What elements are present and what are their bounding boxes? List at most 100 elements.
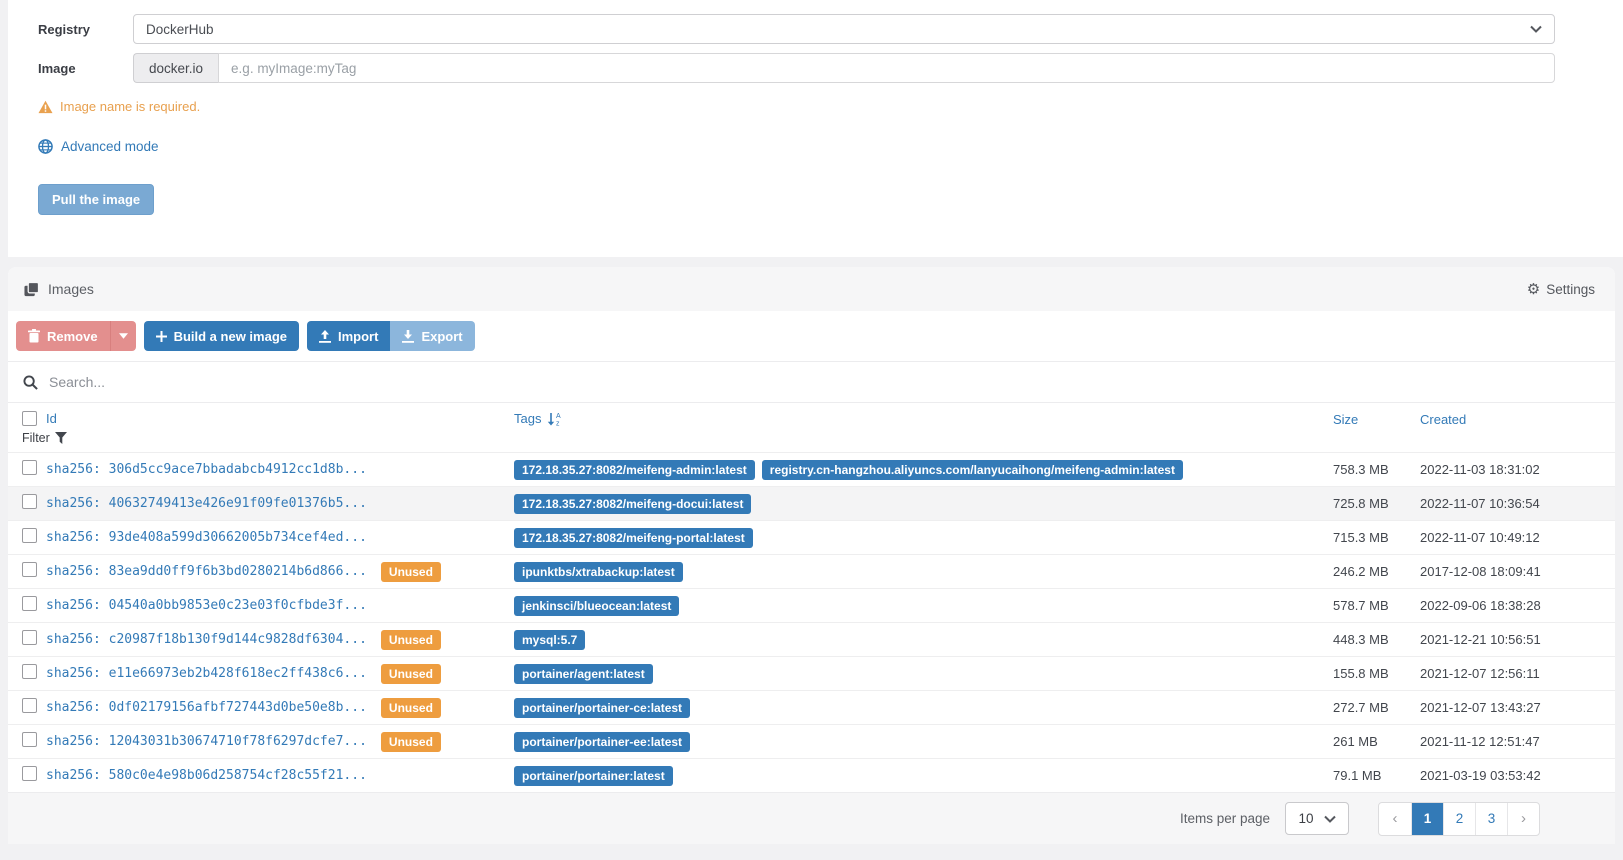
row-checkbox[interactable] bbox=[22, 527, 37, 543]
remove-dropdown-caret[interactable] bbox=[109, 321, 136, 351]
pull-image-button[interactable]: Pull the image bbox=[38, 184, 155, 215]
pagination-page-2[interactable]: 2 bbox=[1443, 802, 1475, 835]
image-id-link[interactable]: sha256: c20987f18b130f9d144c9828df6304..… bbox=[46, 632, 367, 647]
table-row: sha256: 04540a0bb9853e0c23e03f0cfbde3f..… bbox=[8, 588, 1615, 622]
image-created: 2021-12-21 10:56:51 bbox=[1420, 632, 1541, 647]
image-tags-cell: portainer/agent:latest bbox=[514, 663, 1333, 684]
svg-text:A: A bbox=[556, 413, 561, 420]
row-checkbox[interactable] bbox=[22, 493, 37, 509]
image-size: 715.3 MB bbox=[1333, 530, 1389, 545]
images-panel-header: Images ⚙ Settings bbox=[8, 267, 1615, 311]
registry-select[interactable]: DockerHub bbox=[133, 14, 1555, 44]
table-header: Id Filter Tags A z Size Created bbox=[8, 402, 1615, 452]
image-tags-cell: 172.18.35.27:8082/meifeng-admin:latest re… bbox=[514, 459, 1333, 480]
image-size: 725.8 MB bbox=[1333, 496, 1389, 511]
image-tags-cell: 172.18.35.27:8082/meifeng-portal:latest bbox=[514, 527, 1333, 548]
image-name-input[interactable] bbox=[218, 53, 1555, 83]
table-row: sha256: 83ea9dd0ff9f6b3bd0280214b6d866..… bbox=[8, 554, 1615, 588]
image-created: 2022-09-06 18:38:28 bbox=[1420, 598, 1541, 613]
table-row: sha256: 93de408a599d30662005b734cef4ed..… bbox=[8, 520, 1615, 554]
select-all-checkbox[interactable] bbox=[22, 411, 37, 426]
image-id-cell: sha256: 04540a0bb9853e0c23e03f0cfbde3f..… bbox=[46, 598, 514, 613]
svg-text:z: z bbox=[556, 420, 560, 426]
unused-badge: Unused bbox=[380, 731, 441, 752]
image-tags-cell: portainer/portainer-ce:latest bbox=[514, 697, 1333, 718]
advanced-mode-link[interactable]: Advanced mode bbox=[38, 139, 159, 154]
row-checkbox[interactable] bbox=[22, 629, 37, 645]
images-table-body: sha256: 306d5cc9ace7bbadabcb4912cc1d8b..… bbox=[8, 452, 1615, 792]
image-created: 2022-11-07 10:36:54 bbox=[1420, 496, 1540, 511]
image-id-link[interactable]: sha256: 83ea9dd0ff9f6b3bd0280214b6d866..… bbox=[46, 564, 367, 579]
image-id-cell: sha256: 40632749413e426e91f09fe01376b5..… bbox=[46, 496, 514, 511]
caret-down-icon bbox=[118, 333, 128, 339]
image-tags-cell: portainer/portainer:latest bbox=[514, 765, 1333, 786]
column-header-id[interactable]: Id bbox=[46, 411, 57, 426]
image-id-cell: sha256: 12043031b30674710f78f6297dcfe7..… bbox=[46, 731, 514, 752]
gear-icon: ⚙ bbox=[1526, 280, 1541, 298]
image-tag-badge: 172.18.35.27:8082/meifeng-portal:latest bbox=[514, 527, 753, 548]
row-checkbox[interactable] bbox=[22, 595, 37, 611]
unused-badge: Unused bbox=[380, 561, 441, 582]
table-row: sha256: 40632749413e426e91f09fe01376b5..… bbox=[8, 486, 1615, 520]
settings-label: Settings bbox=[1546, 281, 1595, 297]
search-icon bbox=[23, 374, 38, 390]
table-row: sha256: e11e66973eb2b428f618ec2ff438c6..… bbox=[8, 656, 1615, 690]
trash-icon bbox=[28, 329, 40, 343]
items-per-page-select[interactable]: 10 bbox=[1285, 802, 1349, 835]
image-size: 261 MB bbox=[1333, 734, 1378, 749]
remove-button[interactable]: Remove bbox=[16, 321, 110, 351]
row-checkbox[interactable] bbox=[22, 663, 37, 679]
image-id-cell: sha256: e11e66973eb2b428f618ec2ff438c6..… bbox=[46, 663, 514, 684]
image-size: 758.3 MB bbox=[1333, 462, 1389, 477]
image-id-link[interactable]: sha256: 93de408a599d30662005b734cef4ed..… bbox=[46, 530, 367, 545]
row-checkbox[interactable] bbox=[22, 459, 37, 475]
image-id-link[interactable]: sha256: 40632749413e426e91f09fe01376b5..… bbox=[46, 496, 367, 511]
items-per-page-value: 10 bbox=[1298, 811, 1314, 826]
row-checkbox[interactable] bbox=[22, 697, 37, 713]
pagination-page-3[interactable]: 3 bbox=[1475, 802, 1507, 835]
image-tags-cell: 172.18.35.27:8082/meifeng-docui:latest bbox=[514, 493, 1333, 514]
column-header-tags[interactable]: Tags bbox=[514, 411, 541, 426]
settings-button[interactable]: ⚙ Settings bbox=[1527, 282, 1595, 297]
image-size: 155.8 MB bbox=[1333, 666, 1389, 681]
export-button[interactable]: Export bbox=[390, 321, 475, 351]
filter-icon[interactable] bbox=[54, 432, 67, 444]
globe-icon bbox=[38, 139, 53, 154]
pagination-page-1[interactable]: 1 bbox=[1411, 802, 1443, 835]
image-id-cell: sha256: 83ea9dd0ff9f6b3bd0280214b6d866..… bbox=[46, 561, 514, 582]
image-id-link[interactable]: sha256: e11e66973eb2b428f618ec2ff438c6..… bbox=[46, 666, 367, 681]
image-tags-cell: ipunktbs/xtrabackup:latest bbox=[514, 561, 1333, 582]
pagination-prev[interactable]: ‹ bbox=[1379, 803, 1411, 835]
image-id-link[interactable]: sha256: 12043031b30674710f78f6297dcfe7..… bbox=[46, 734, 367, 749]
image-tags-cell: jenkinsci/blueocean:latest bbox=[514, 595, 1333, 616]
image-id-link[interactable]: sha256: 306d5cc9ace7bbadabcb4912cc1d8b..… bbox=[46, 462, 367, 477]
row-checkbox[interactable] bbox=[22, 731, 37, 747]
build-new-image-button[interactable]: Build a new image bbox=[143, 321, 299, 351]
row-checkbox[interactable] bbox=[22, 765, 37, 781]
panel-title-label: Images bbox=[48, 281, 94, 297]
column-header-created[interactable]: Created bbox=[1420, 412, 1466, 427]
import-button[interactable]: Import bbox=[307, 321, 391, 351]
image-created: 2021-11-12 12:51:47 bbox=[1420, 734, 1540, 749]
image-tag-badge: jenkinsci/blueocean:latest bbox=[514, 595, 680, 616]
image-id-link[interactable]: sha256: 0df02179156afbf727443d0be50e8b..… bbox=[46, 700, 367, 715]
search-input[interactable] bbox=[49, 374, 1615, 390]
image-size: 272.7 MB bbox=[1333, 700, 1389, 715]
pull-image-form: Registry DockerHub Image docker.io Image… bbox=[8, 0, 1623, 257]
image-id-link[interactable]: sha256: 580c0e4e98b06d258754cf28c55f21..… bbox=[46, 768, 367, 783]
image-created: 2017-12-08 18:09:41 bbox=[1420, 564, 1541, 579]
image-tag-badge: 172.18.35.27:8082/meifeng-admin:latest bbox=[514, 459, 755, 480]
filter-label: Filter bbox=[22, 431, 50, 445]
image-label: Image bbox=[38, 60, 76, 76]
image-required-warning: Image name is required. bbox=[38, 99, 1623, 114]
images-icon bbox=[24, 281, 39, 296]
registry-prefix-addon: docker.io bbox=[133, 53, 219, 83]
column-header-size[interactable]: Size bbox=[1333, 412, 1358, 427]
download-icon bbox=[402, 329, 415, 343]
row-checkbox[interactable] bbox=[22, 561, 37, 577]
pagination-next[interactable]: › bbox=[1507, 802, 1539, 835]
image-id-link[interactable]: sha256: 04540a0bb9853e0c23e03f0cfbde3f..… bbox=[46, 598, 367, 613]
image-id-cell: sha256: 580c0e4e98b06d258754cf28c55f21..… bbox=[46, 768, 514, 783]
image-created: 2021-12-07 12:56:11 bbox=[1420, 666, 1540, 681]
unused-badge: Unused bbox=[380, 629, 441, 650]
